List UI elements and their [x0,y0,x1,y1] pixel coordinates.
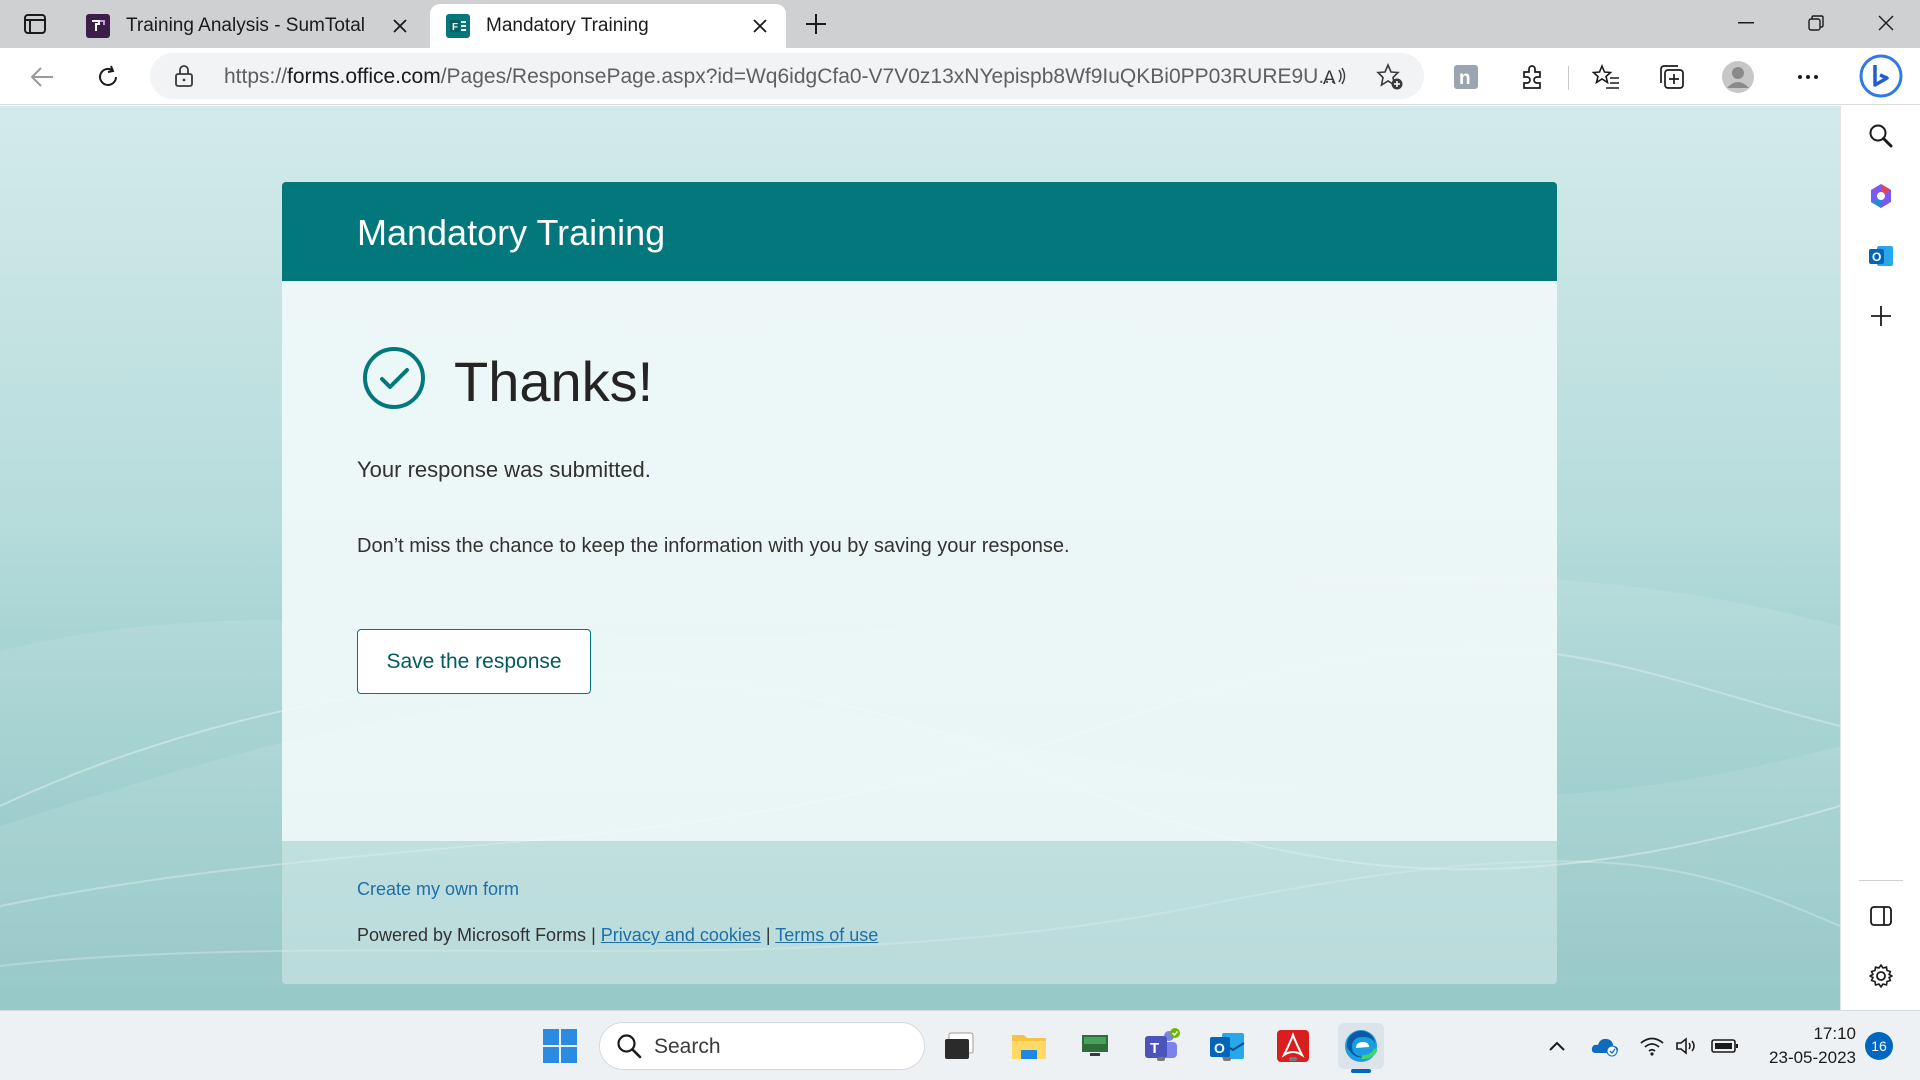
bing-chat-icon[interactable] [1857,52,1905,100]
copilot-shapes-icon[interactable] [1863,178,1899,214]
read-aloud-icon[interactable]: A [1320,61,1352,93]
privacy-link[interactable]: Privacy and cookies [601,925,761,945]
teams-icon[interactable]: T [1140,1025,1182,1067]
footer-separator: | [765,925,771,945]
search-icon [616,1033,642,1064]
tab-training-analysis[interactable]: Training Analysis - SumTotal [70,4,426,48]
profile-avatar-icon[interactable] [1720,59,1756,95]
svg-text:n: n [1459,68,1471,89]
edge-sidebar: O [1840,106,1920,1010]
acrobat-icon[interactable] [1272,1025,1314,1067]
battery-icon[interactable] [1710,1031,1740,1061]
save-prompt-text: Don’t miss the chance to keep the inform… [357,535,1070,557]
svg-text:A: A [1323,68,1336,88]
sumtotal-favicon-icon [86,14,110,38]
clock-time: 17:10 [1813,1024,1856,1043]
volume-icon[interactable] [1672,1031,1702,1061]
settings-gear-icon[interactable] [1863,958,1899,994]
back-arrow-icon[interactable] [24,59,60,95]
extension-n-icon[interactable]: n [1448,59,1484,95]
more-options-icon[interactable] [1790,59,1826,95]
svg-text:O: O [1214,1040,1225,1056]
running-indicator [1289,1057,1297,1061]
form-title: Mandatory Training [357,212,666,253]
clock-date: 23-05-2023 [1769,1048,1856,1067]
form-header: Mandatory Training [282,182,1557,281]
save-response-button[interactable]: Save the response [357,629,591,694]
sidebar-divider [1859,880,1903,881]
powered-by-text: Powered by Microsoft Forms [357,925,587,945]
restore-icon[interactable] [1782,0,1850,46]
add-sidebar-app-icon[interactable] [1863,298,1899,334]
tab-label: Mandatory Training [486,15,649,36]
close-window-icon[interactable] [1852,0,1920,46]
active-indicator [1351,1069,1371,1073]
tab-label: Training Analysis - SumTotal [126,15,366,36]
file-explorer-icon[interactable] [1008,1025,1050,1067]
refresh-icon[interactable] [90,59,126,95]
svg-text:F: F [452,22,458,33]
tab-actions-icon[interactable] [18,10,52,38]
search-icon[interactable] [1863,118,1899,154]
form-footer: Create my own form Powered by Microsoft … [282,841,1557,984]
notification-badge[interactable]: 16 [1865,1032,1893,1060]
browser-toolbar: https://forms.office.com/Pages/ResponseP… [0,48,1920,105]
form-body: Thanks! Your response was submitted. Don… [282,281,1557,841]
address-bar[interactable]: https://forms.office.com/Pages/ResponseP… [150,53,1424,99]
show-hidden-icons-chevron-icon[interactable] [1542,1031,1572,1061]
svg-text:O: O [1872,250,1881,264]
favorites-icon[interactable] [1588,59,1624,95]
running-indicator [1223,1057,1231,1061]
toolbar-divider [1568,66,1569,90]
svg-text:T: T [1150,1040,1159,1057]
add-favorite-icon[interactable] [1374,61,1406,93]
checkmark-circle-icon [363,347,425,409]
wifi-icon[interactable] [1637,1031,1667,1061]
submitted-message: Your response was submitted. [357,457,651,482]
create-form-link[interactable]: Create my own form [357,879,519,900]
url-text[interactable]: https://forms.office.com/Pages/ResponseP… [224,65,1454,89]
footer-separator: | [591,925,596,945]
hide-sidebar-icon[interactable] [1863,898,1899,934]
tab-mandatory-training[interactable]: F Mandatory Training [430,4,786,48]
minimize-icon[interactable] [1712,0,1780,46]
collections-icon[interactable] [1654,59,1690,95]
close-tab-icon[interactable] [388,14,412,38]
form-card: Mandatory Training Thanks! Your response… [282,182,1557,984]
outlook-icon[interactable]: O [1863,238,1899,274]
search-label: Search [654,1035,721,1058]
taskbar-search[interactable]: Search [599,1022,925,1070]
url-scheme: https:// [224,65,288,88]
onedrive-icon[interactable] [1590,1031,1620,1061]
new-tab-icon[interactable] [800,8,832,40]
page-viewport: Mandatory Training Thanks! Your response… [0,106,1840,1010]
outlook-icon[interactable]: O [1206,1025,1248,1067]
url-host: forms.office.com [287,65,441,88]
start-windows-icon[interactable] [539,1025,581,1067]
extensions-puzzle-icon[interactable] [1514,59,1550,95]
taskbar-clock[interactable]: 17:10 23-05-2023 [1756,1022,1856,1070]
terms-link[interactable]: Terms of use [775,925,878,945]
windows-taskbar: Search T O 17:10 23-05-2023 16 [0,1010,1920,1080]
monitor-app-icon[interactable] [1074,1025,1116,1067]
forms-favicon-icon: F [446,14,470,38]
url-path: /Pages/ResponsePage.aspx?id=Wq6idgCfa0-V… [440,65,1336,88]
running-indicator [1157,1057,1165,1061]
close-tab-icon[interactable] [748,14,772,38]
powered-by-line: Powered by Microsoft Forms | Privacy and… [357,925,878,946]
edge-browser-icon[interactable] [1338,1023,1384,1073]
lock-icon[interactable] [174,64,194,93]
thanks-heading: Thanks! [454,350,654,413]
task-view-icon[interactable] [938,1025,980,1067]
tab-strip: Training Analysis - SumTotal F Mandatory… [0,0,1920,48]
